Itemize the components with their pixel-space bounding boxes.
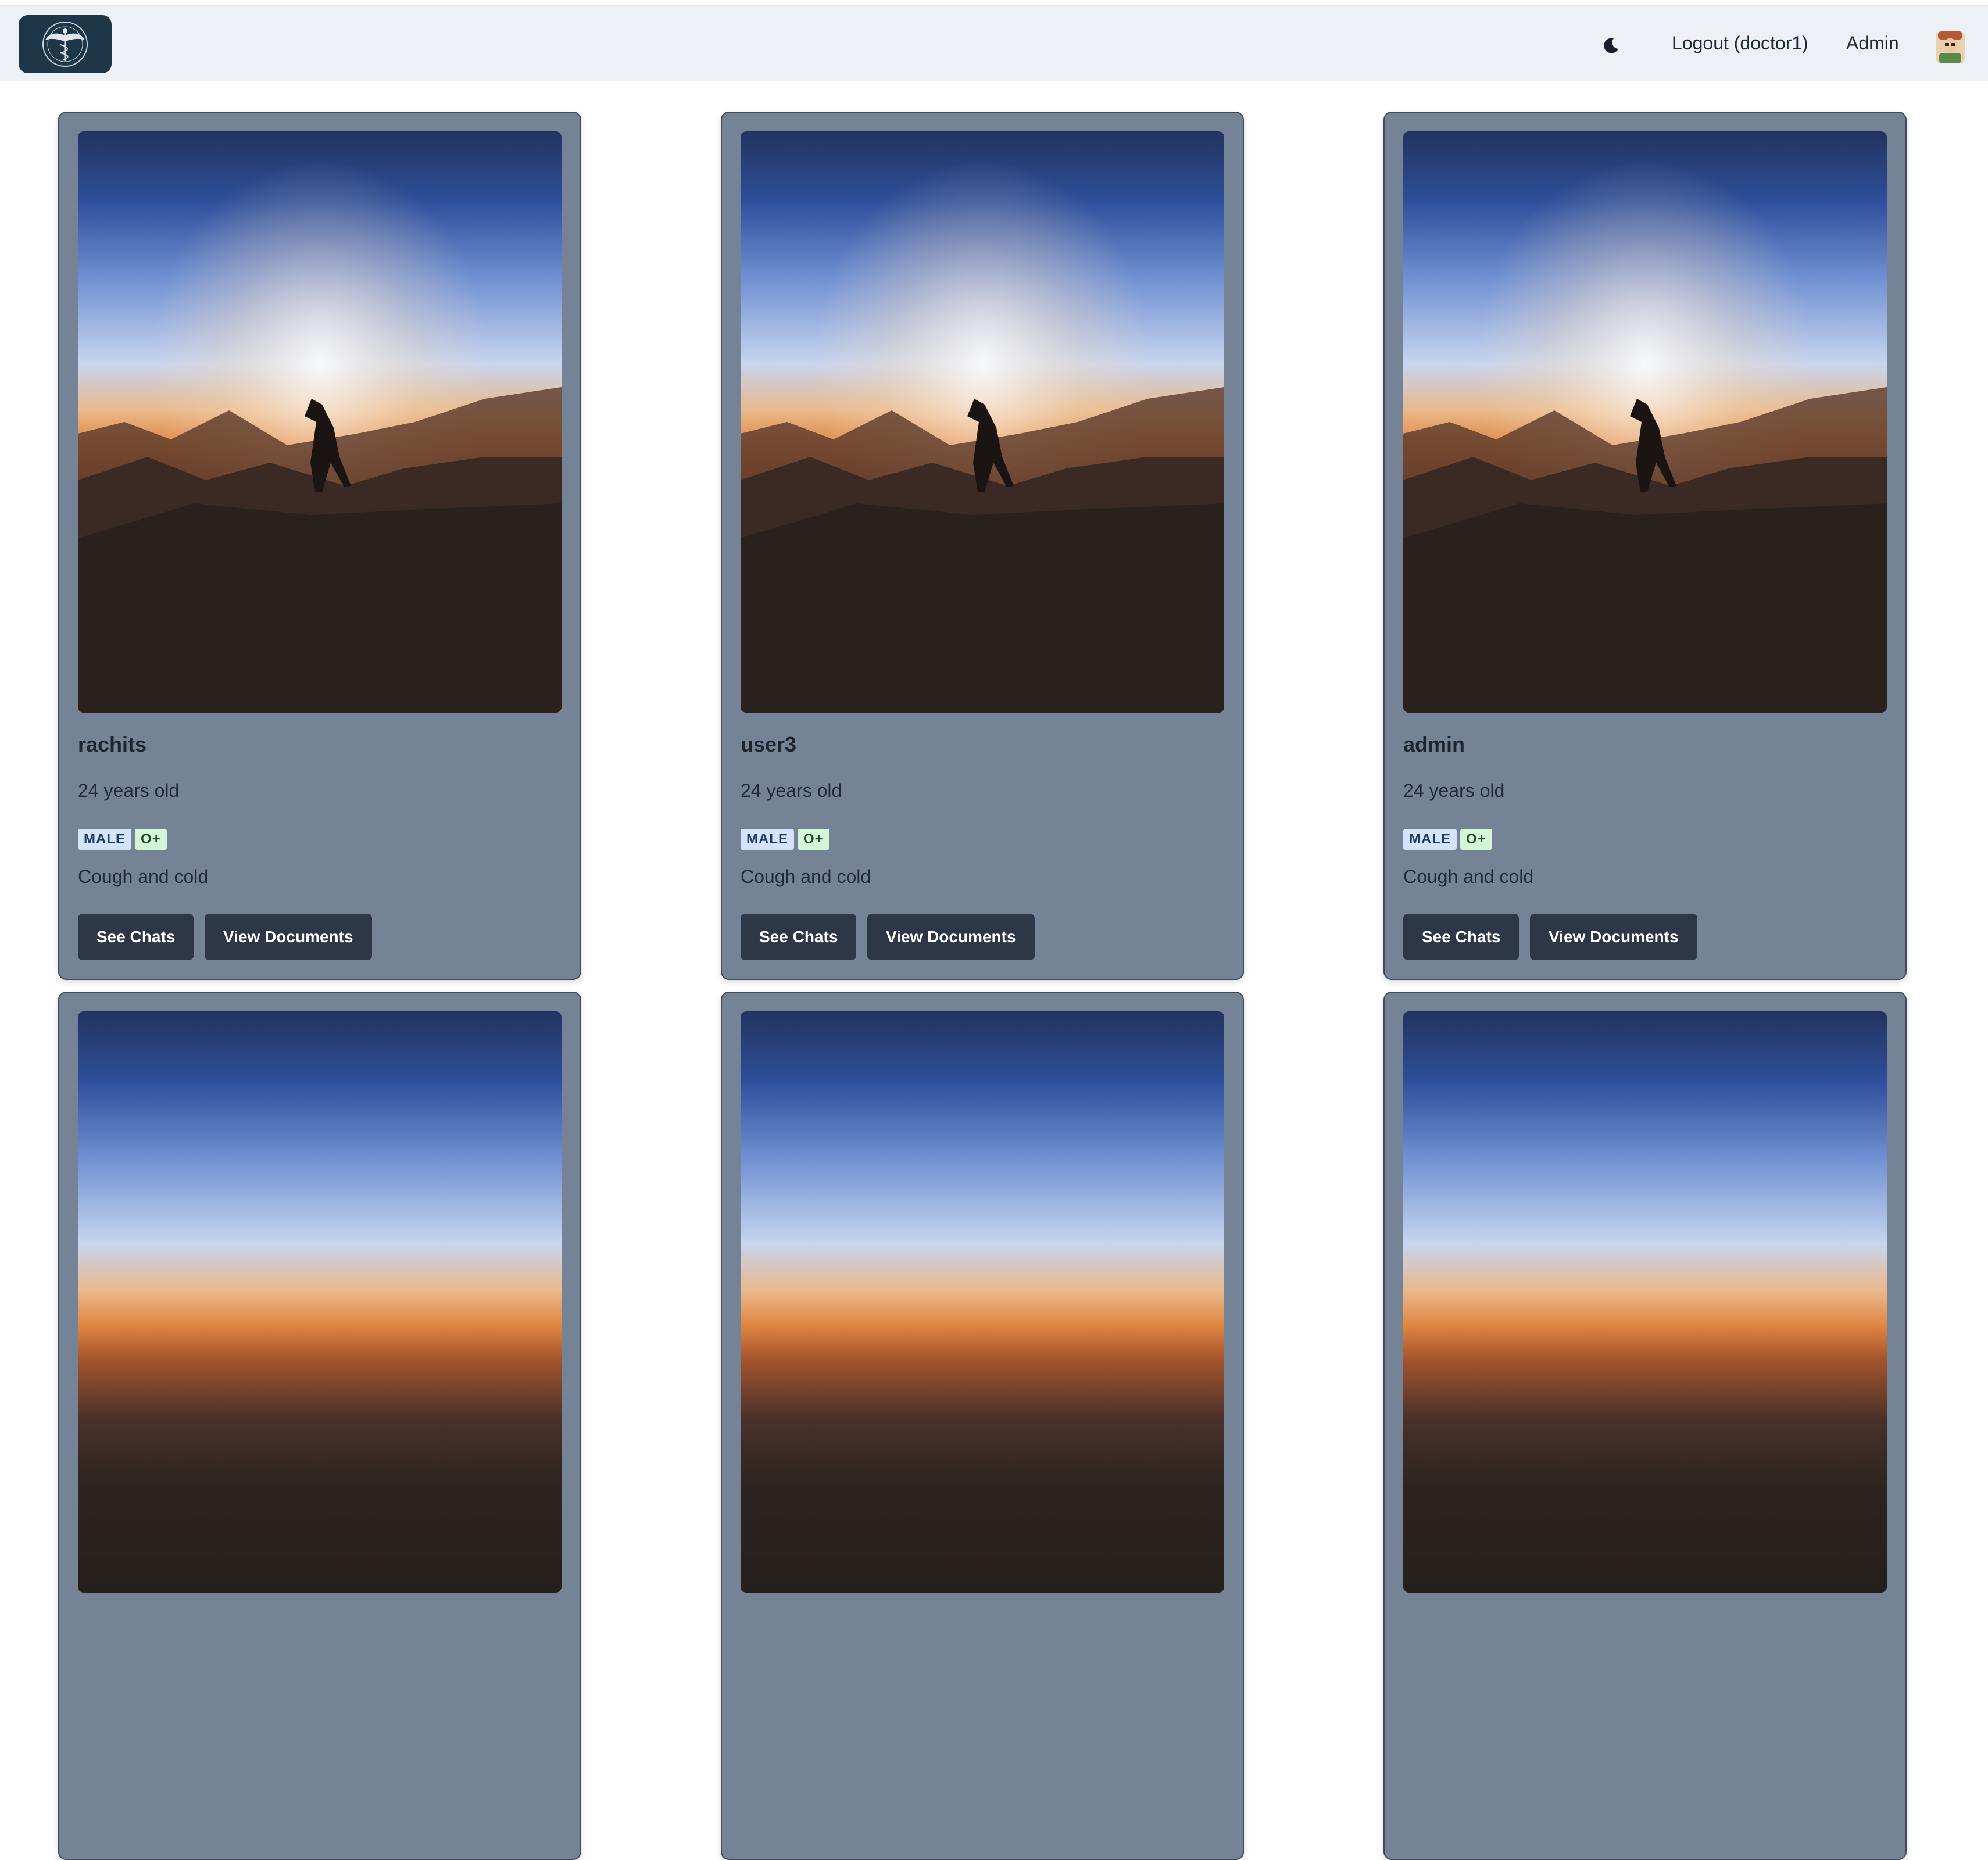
navbar: Logout (doctor1) Admin bbox=[0, 6, 1988, 81]
patient-photo bbox=[78, 1011, 562, 1593]
patient-photo bbox=[1403, 1011, 1887, 1593]
patient-card bbox=[1383, 992, 1907, 1860]
gender-badge: MALE bbox=[741, 829, 794, 850]
admin-link[interactable]: Admin bbox=[1846, 33, 1899, 54]
theme-toggle-button[interactable] bbox=[1600, 34, 1623, 57]
caduceus-icon bbox=[42, 22, 88, 67]
logout-link[interactable]: Logout (doctor1) bbox=[1672, 33, 1808, 54]
blood-group-badge: O+ bbox=[1460, 829, 1492, 850]
patient-complaint: Cough and cold bbox=[741, 866, 871, 887]
avatar-icon bbox=[1936, 31, 1965, 63]
brand-logo[interactable] bbox=[19, 15, 112, 73]
patient-photo bbox=[78, 131, 562, 713]
patient-complaint: Cough and cold bbox=[1403, 866, 1534, 887]
patient-card: user3 24 years old MALE O+ Cough and col… bbox=[721, 112, 1244, 980]
see-chats-button[interactable]: See Chats bbox=[741, 914, 857, 960]
patient-card bbox=[721, 992, 1244, 1860]
patient-age: 24 years old bbox=[78, 780, 180, 801]
view-documents-button[interactable]: View Documents bbox=[205, 914, 372, 960]
patient-photo bbox=[741, 1011, 1224, 1593]
patient-age: 24 years old bbox=[1403, 780, 1505, 801]
patient-photo bbox=[1403, 131, 1887, 713]
blood-group-badge: O+ bbox=[135, 829, 167, 850]
patient-complaint: Cough and cold bbox=[78, 866, 209, 887]
patient-name: rachits bbox=[78, 732, 147, 756]
patient-card bbox=[58, 992, 581, 1860]
view-documents-button[interactable]: View Documents bbox=[1530, 914, 1697, 960]
gender-badge: MALE bbox=[78, 829, 131, 850]
user-avatar[interactable] bbox=[1933, 29, 1967, 65]
patient-card: rachits 24 years old MALE O+ Cough and c… bbox=[58, 112, 581, 980]
blood-group-badge: O+ bbox=[798, 829, 829, 850]
patient-card: admin 24 years old MALE O+ Cough and col… bbox=[1383, 112, 1907, 980]
see-chats-button[interactable]: See Chats bbox=[78, 914, 194, 960]
view-documents-button[interactable]: View Documents bbox=[867, 914, 1035, 960]
see-chats-button[interactable]: See Chats bbox=[1403, 914, 1519, 960]
patient-photo bbox=[741, 131, 1224, 713]
patient-age: 24 years old bbox=[741, 780, 842, 801]
patient-name: admin bbox=[1403, 732, 1465, 756]
moon-icon bbox=[1604, 38, 1618, 53]
patient-name: user3 bbox=[741, 732, 797, 756]
gender-badge: MALE bbox=[1403, 829, 1457, 850]
top-border bbox=[0, 0, 1988, 6]
